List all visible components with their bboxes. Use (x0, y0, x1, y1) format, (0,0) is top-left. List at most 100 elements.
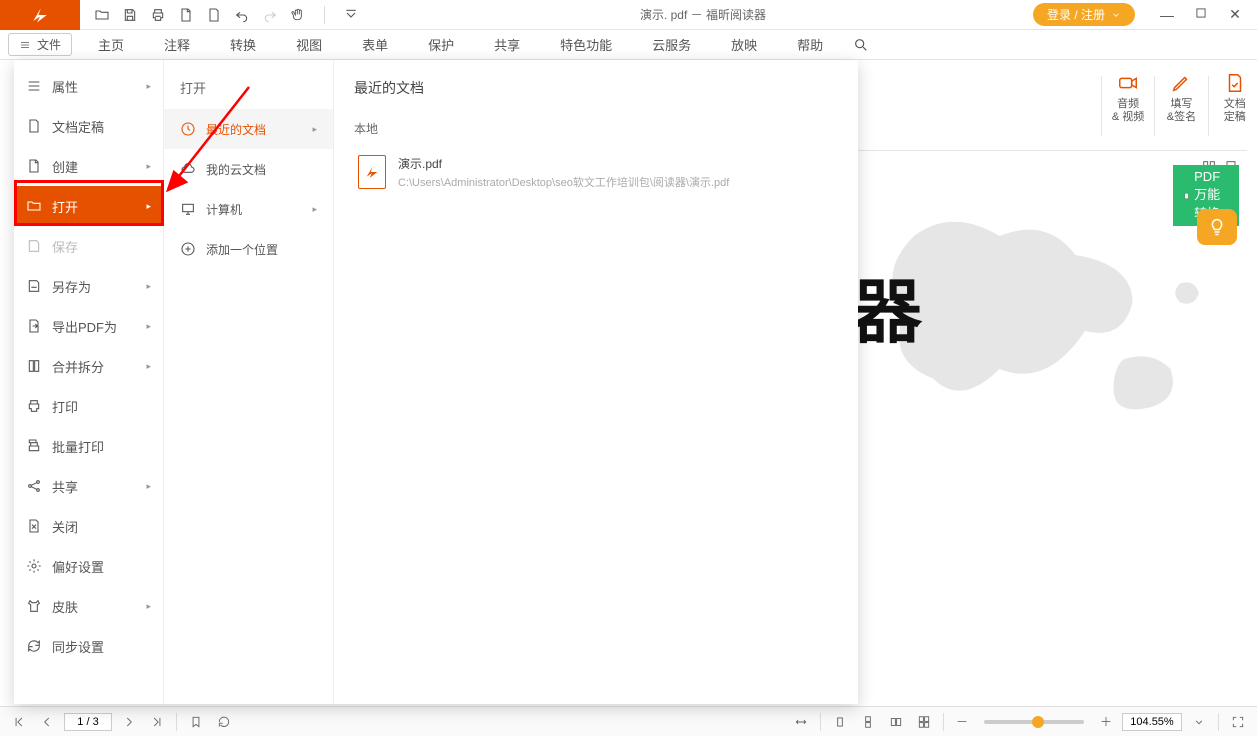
fit-width-button[interactable] (790, 713, 812, 731)
zoom-out-button[interactable]: － (952, 711, 972, 732)
qa-dropdown-icon[interactable] (343, 7, 359, 23)
single-page-view-button[interactable] (829, 713, 851, 731)
tab-home[interactable]: 主页 (78, 30, 144, 59)
hamburger-icon (19, 39, 31, 51)
redo-icon[interactable] (262, 7, 278, 23)
menu-create[interactable]: 创建▸ (14, 146, 163, 186)
recent-file-name: 演示.pdf (398, 155, 729, 172)
file-menu-column: 属性▸ 文档定稿 创建▸ 打开▸ 保存 另存为▸ 导出PDF为▸ 合并拆分▸ (14, 60, 164, 704)
zoom-dropdown-button[interactable] (1188, 713, 1210, 731)
save-icon[interactable] (122, 7, 138, 23)
list-icon (26, 78, 42, 94)
doc-lock-icon (26, 118, 42, 134)
tab-play[interactable]: 放映 (711, 30, 777, 59)
prev-page-button[interactable] (36, 713, 58, 731)
menu-merge-split[interactable]: 合并拆分▸ (14, 346, 163, 386)
minimize-button[interactable]: — (1159, 7, 1175, 23)
tab-cloud[interactable]: 云服务 (632, 30, 711, 59)
file-tab[interactable]: 文件 (8, 33, 72, 56)
camera-icon (1117, 72, 1139, 94)
menu-doc-finalize[interactable]: 文档定稿 (14, 106, 163, 146)
print-icon[interactable] (150, 7, 166, 23)
app-logo (0, 0, 80, 30)
bookmark-button[interactable] (185, 713, 207, 731)
pdf-file-icon (358, 155, 386, 189)
hand-tool-icon[interactable] (290, 7, 306, 23)
lightbulb-icon (1207, 217, 1227, 237)
zoom-input[interactable] (1122, 713, 1182, 731)
open-submenu-column: 打开 最近的文档▸ 我的云文档 计算机▸ 添加一个位置 (164, 60, 334, 704)
tab-help[interactable]: 帮助 (777, 30, 843, 59)
maximize-button[interactable] (1193, 6, 1209, 23)
open-computer[interactable]: 计算机▸ (164, 189, 333, 229)
document-viewport[interactable]: PDF万能转换 器 (852, 150, 1247, 704)
hint-bulb-button[interactable] (1197, 209, 1237, 245)
export-icon (26, 318, 42, 334)
status-bar: － ＋ (0, 706, 1257, 736)
clock-icon (180, 121, 196, 137)
ribbon-tabs: 文件 主页 注释 转换 视图 表单 保护 共享 特色功能 云服务 放映 帮助 (0, 30, 1257, 60)
tab-annotate[interactable]: 注释 (144, 30, 210, 59)
settings-icon (26, 558, 42, 574)
menu-sync-settings[interactable]: 同步设置 (14, 626, 163, 666)
login-register-button[interactable]: 登录 / 注册 (1033, 3, 1135, 26)
new-blank-icon[interactable] (206, 7, 222, 23)
sync-icon (26, 638, 42, 654)
new-doc-icon[interactable] (178, 7, 194, 23)
menu-export-pdf[interactable]: 导出PDF为▸ (14, 306, 163, 346)
zoom-slider[interactable] (984, 720, 1084, 724)
facing-view-button[interactable] (885, 713, 907, 731)
first-page-button[interactable] (8, 713, 30, 731)
close-button[interactable]: ✕ (1227, 6, 1243, 23)
open-my-cloud[interactable]: 我的云文档 (164, 149, 333, 189)
next-page-button[interactable] (118, 713, 140, 731)
open-add-place[interactable]: 添加一个位置 (164, 229, 333, 269)
recent-file-item[interactable]: 演示.pdf C:\Users\Administrator\Desktop\se… (354, 149, 838, 196)
open-icon[interactable] (94, 7, 110, 23)
print-icon (26, 398, 42, 414)
tab-form[interactable]: 表单 (342, 30, 408, 59)
audio-video-button[interactable]: 音频& 视频 (1106, 72, 1150, 124)
fill-sign-button[interactable]: 填写&签名 (1159, 72, 1203, 124)
qa-separator (324, 6, 325, 24)
plus-circle-icon (180, 241, 196, 257)
doc-finalize-button[interactable]: 文档定稿 (1213, 72, 1257, 124)
pencil-icon (1170, 72, 1192, 94)
fullscreen-button[interactable] (1227, 713, 1249, 731)
continuous-view-button[interactable] (857, 713, 879, 731)
tab-protect[interactable]: 保护 (408, 30, 474, 59)
recent-local-label: 本地 (354, 120, 838, 137)
search-button[interactable] (843, 30, 879, 59)
zoom-in-button[interactable]: ＋ (1096, 711, 1116, 732)
tab-share[interactable]: 共享 (474, 30, 540, 59)
page-number-input[interactable] (64, 713, 112, 731)
tab-view[interactable]: 视图 (276, 30, 342, 59)
chevron-down-icon (1111, 10, 1121, 20)
menu-print[interactable]: 打印 (14, 386, 163, 426)
doc-check-icon (1224, 72, 1246, 94)
menu-preferences[interactable]: 偏好设置 (14, 546, 163, 586)
zoom-slider-thumb[interactable] (1032, 716, 1044, 728)
menu-share[interactable]: 共享▸ (14, 466, 163, 506)
menu-batch-print[interactable]: 批量打印 (14, 426, 163, 466)
open-folder-icon (26, 198, 42, 214)
last-page-button[interactable] (146, 713, 168, 731)
menu-save-as[interactable]: 另存为▸ (14, 266, 163, 306)
recent-file-path: C:\Users\Administrator\Desktop\seo软文工作培训… (398, 174, 729, 190)
tab-convert[interactable]: 转换 (210, 30, 276, 59)
ribbon-right-group: 音频& 视频 填写&签名 文档定稿 (1097, 60, 1257, 140)
open-recent[interactable]: 最近的文档▸ (164, 109, 333, 149)
file-tab-label: 文件 (37, 36, 61, 53)
continuous-facing-button[interactable] (913, 713, 935, 731)
file-menu-panel: 属性▸ 文档定稿 创建▸ 打开▸ 保存 另存为▸ 导出PDF为▸ 合并拆分▸ (14, 60, 858, 704)
menu-close[interactable]: 关闭 (14, 506, 163, 546)
save-as-icon (26, 278, 42, 294)
undo-icon[interactable] (234, 7, 250, 23)
tab-special[interactable]: 特色功能 (540, 30, 632, 59)
menu-properties[interactable]: 属性▸ (14, 66, 163, 106)
recent-title: 最近的文档 (354, 78, 838, 98)
menu-open[interactable]: 打开▸ (14, 186, 163, 226)
menu-skin[interactable]: 皮肤▸ (14, 586, 163, 626)
window-controls: — ✕ (1145, 6, 1257, 23)
rotate-button[interactable] (213, 713, 235, 731)
